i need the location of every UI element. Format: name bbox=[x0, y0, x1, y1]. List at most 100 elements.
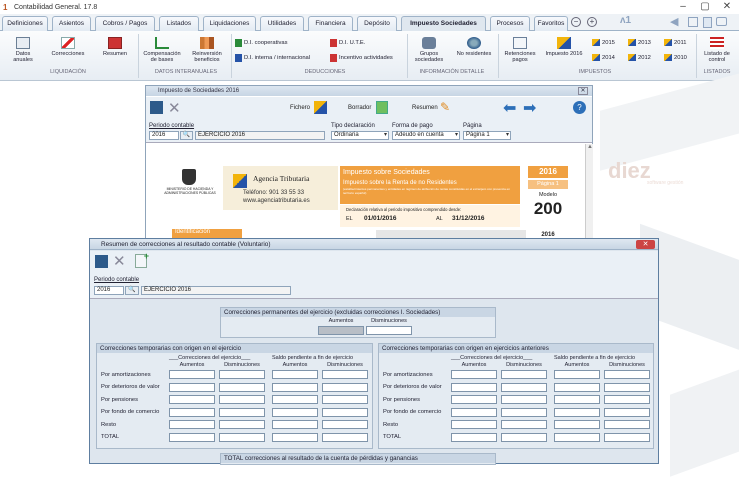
amount-input[interactable] bbox=[219, 370, 265, 379]
amount-input[interactable] bbox=[169, 382, 215, 392]
amount-input[interactable] bbox=[272, 382, 318, 392]
amount-input[interactable] bbox=[501, 370, 547, 379]
vertical-scrollbar[interactable]: ▲ bbox=[585, 144, 593, 245]
resumen-button[interactable]: Resumen bbox=[412, 105, 438, 111]
new-icon[interactable]: + bbox=[135, 251, 149, 268]
back-icon[interactable]: ◀ bbox=[670, 15, 678, 28]
remove-favorite-icon[interactable]: − bbox=[571, 17, 581, 27]
amount-input[interactable] bbox=[219, 420, 265, 429]
amount-input[interactable] bbox=[322, 395, 368, 404]
amount-input[interactable] bbox=[501, 395, 547, 404]
no-residentes-button[interactable]: No residentes bbox=[455, 37, 493, 57]
amount-input[interactable] bbox=[554, 370, 600, 379]
amount-input[interactable] bbox=[501, 420, 547, 429]
amount-input[interactable] bbox=[554, 382, 600, 392]
tab-deposito[interactable]: Depósito bbox=[357, 16, 397, 31]
compensacion-button[interactable]: Compensación de bases bbox=[141, 37, 183, 63]
amount-input[interactable] bbox=[322, 370, 368, 379]
amount-input[interactable] bbox=[451, 432, 497, 442]
tipo-select[interactable]: Ordinaria bbox=[331, 131, 389, 140]
tab-utilidades[interactable]: Utilidades bbox=[260, 16, 304, 31]
amount-input[interactable] bbox=[219, 395, 265, 404]
amount-input[interactable] bbox=[501, 382, 547, 392]
incentivo-button[interactable]: Incentivo actividades bbox=[330, 54, 393, 62]
datos-anuales-button[interactable]: Datos anuales bbox=[6, 37, 40, 63]
year-2010-button[interactable]: 2010 bbox=[664, 54, 687, 61]
amount-input[interactable] bbox=[169, 370, 215, 379]
tab-procesos[interactable]: Procesos bbox=[490, 16, 530, 31]
amount-input[interactable] bbox=[219, 382, 265, 392]
search-icon[interactable]: 🔍 bbox=[180, 131, 193, 140]
tab-favoritos[interactable]: Favoritos bbox=[534, 16, 568, 31]
calculator-icon[interactable] bbox=[703, 17, 712, 28]
retenciones-button[interactable]: Retenciones pagos bbox=[500, 37, 540, 63]
close-icon[interactable]: ✕ bbox=[578, 87, 588, 95]
perm-disminuciones-input[interactable] bbox=[366, 326, 412, 335]
amount-input[interactable] bbox=[322, 432, 368, 442]
amount-input[interactable] bbox=[554, 432, 600, 442]
amount-input[interactable] bbox=[219, 432, 265, 442]
fichero-button[interactable]: Fichero bbox=[290, 105, 310, 111]
tab-liquidaciones[interactable]: Liquidaciones bbox=[203, 16, 256, 31]
amount-input[interactable] bbox=[272, 432, 318, 442]
tab-listados[interactable]: Listados bbox=[159, 16, 199, 31]
listado-control-button[interactable]: Listado de control bbox=[699, 37, 735, 63]
amount-input[interactable] bbox=[451, 407, 497, 417]
amount-input[interactable] bbox=[554, 395, 600, 404]
amount-input[interactable] bbox=[272, 407, 318, 417]
di-ute-button[interactable]: D.I. U.T.E. bbox=[330, 39, 365, 47]
amount-input[interactable] bbox=[169, 395, 215, 404]
amount-input[interactable] bbox=[272, 395, 318, 404]
amount-input[interactable] bbox=[169, 420, 215, 429]
borrador-button[interactable]: Borrador bbox=[348, 105, 371, 111]
save-icon[interactable] bbox=[150, 101, 163, 114]
amount-input[interactable] bbox=[451, 420, 497, 429]
correcciones-button[interactable]: Correcciones bbox=[48, 37, 88, 57]
amount-input[interactable] bbox=[451, 382, 497, 392]
year-2012-button[interactable]: 2012 bbox=[628, 54, 651, 61]
year-2013-button[interactable]: 2013 bbox=[628, 39, 651, 46]
amount-input[interactable] bbox=[604, 407, 650, 417]
save-icon[interactable] bbox=[95, 255, 108, 268]
search-icon[interactable]: 🔍 bbox=[125, 286, 139, 295]
amount-input[interactable] bbox=[554, 407, 600, 417]
amount-input[interactable] bbox=[604, 395, 650, 404]
year-2015-button[interactable]: 2015 bbox=[592, 39, 615, 46]
amount-input[interactable] bbox=[604, 370, 650, 379]
amount-input[interactable] bbox=[554, 420, 600, 429]
di-interna-button[interactable]: D.I. interna / internacional bbox=[235, 54, 310, 62]
amount-input[interactable] bbox=[322, 382, 368, 392]
cancel-icon[interactable]: ✕ bbox=[113, 252, 126, 270]
minimize-button[interactable]: – bbox=[672, 0, 694, 14]
perm-aumentos-input[interactable] bbox=[318, 326, 364, 335]
tab-definiciones[interactable]: Definiciones bbox=[2, 16, 48, 31]
chat-icon[interactable] bbox=[716, 17, 727, 26]
amount-input[interactable] bbox=[322, 420, 368, 429]
impuesto-2016-button[interactable]: Impuesto 2016 bbox=[545, 37, 583, 57]
close-button[interactable]: ✕ bbox=[716, 0, 738, 14]
cancel-icon[interactable]: ✕ bbox=[168, 99, 181, 117]
tab-financiera[interactable]: Financiera bbox=[308, 16, 353, 31]
tab-impuesto-sociedades[interactable]: Impuesto Sociedades bbox=[401, 16, 486, 32]
periodo-input[interactable]: 2016 bbox=[94, 286, 124, 295]
reinversion-button[interactable]: Reinversión beneficios bbox=[187, 37, 227, 63]
pagina-select[interactable]: Página 1 bbox=[463, 131, 511, 140]
forma-select[interactable]: Adeudo en cuenta bbox=[392, 131, 460, 140]
amount-input[interactable] bbox=[501, 432, 547, 442]
periodo-input[interactable]: 2016 bbox=[149, 131, 179, 140]
amount-input[interactable] bbox=[451, 370, 497, 379]
help-icon[interactable]: ? bbox=[573, 101, 586, 114]
grupos-sociedades-button[interactable]: Grupos sociedades bbox=[410, 37, 448, 63]
year-2011-button[interactable]: 2011 bbox=[664, 39, 686, 46]
amount-input[interactable] bbox=[169, 407, 215, 417]
di-cooperativas-button[interactable]: D.I. cooperativas bbox=[235, 39, 288, 47]
amount-input[interactable] bbox=[272, 370, 318, 379]
amount-input[interactable] bbox=[604, 420, 650, 429]
tab-cobros-pagos[interactable]: Cobros / Pagos bbox=[95, 16, 155, 31]
amount-input[interactable] bbox=[501, 407, 547, 417]
window-icon[interactable] bbox=[688, 17, 698, 27]
year-2014-button[interactable]: 2014 bbox=[592, 54, 615, 61]
next-arrow-icon[interactable]: ➡ bbox=[523, 98, 536, 118]
resumen-button[interactable]: Resumen bbox=[98, 37, 132, 57]
amount-input[interactable] bbox=[272, 420, 318, 429]
